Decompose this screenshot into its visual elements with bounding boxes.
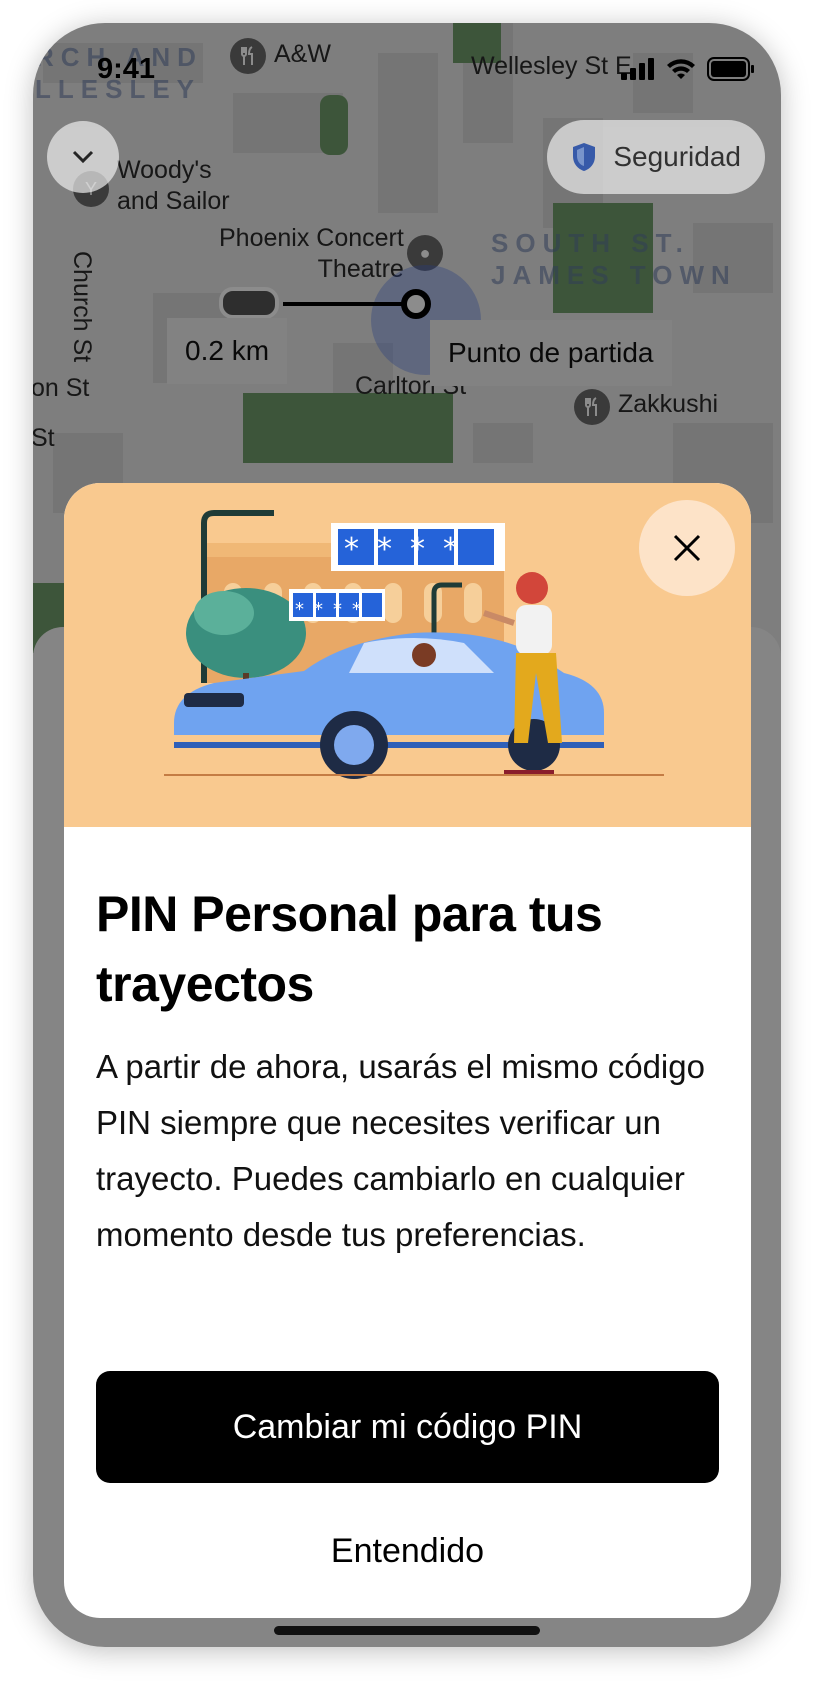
close-icon xyxy=(673,534,701,562)
status-icons xyxy=(621,57,755,81)
small-pin-text: **** xyxy=(295,599,371,620)
chevron-down-icon xyxy=(72,150,94,164)
shield-icon xyxy=(573,143,596,171)
hero-illustration: **** **** xyxy=(64,483,751,827)
pin-info-modal: **** **** PIN Personal para tus trayecto… xyxy=(64,483,751,1618)
home-indicator[interactable] xyxy=(274,1626,540,1635)
safety-button-label: Seguridad xyxy=(613,141,741,172)
safety-button[interactable]: Seguridad xyxy=(547,120,765,194)
status-time: 9:41 xyxy=(97,53,156,85)
got-it-button[interactable]: Entendido xyxy=(96,1501,719,1601)
wifi-icon xyxy=(667,59,695,79)
signal-icon xyxy=(621,58,654,80)
collapse-button[interactable] xyxy=(47,121,119,193)
big-pin-text: **** xyxy=(344,532,476,567)
close-button[interactable] xyxy=(639,500,735,596)
modal-title: PIN Personal para tus trayectos xyxy=(96,886,603,1012)
change-pin-button[interactable]: Cambiar mi código PIN xyxy=(96,1371,719,1483)
battery-icon xyxy=(707,57,754,81)
phone-screen: RCH AND LLESLEY SOUTH ST. JAMES TOWN A&W… xyxy=(33,23,781,1647)
modal-body: A partir de ahora, usarás el mismo códig… xyxy=(96,1048,705,1253)
